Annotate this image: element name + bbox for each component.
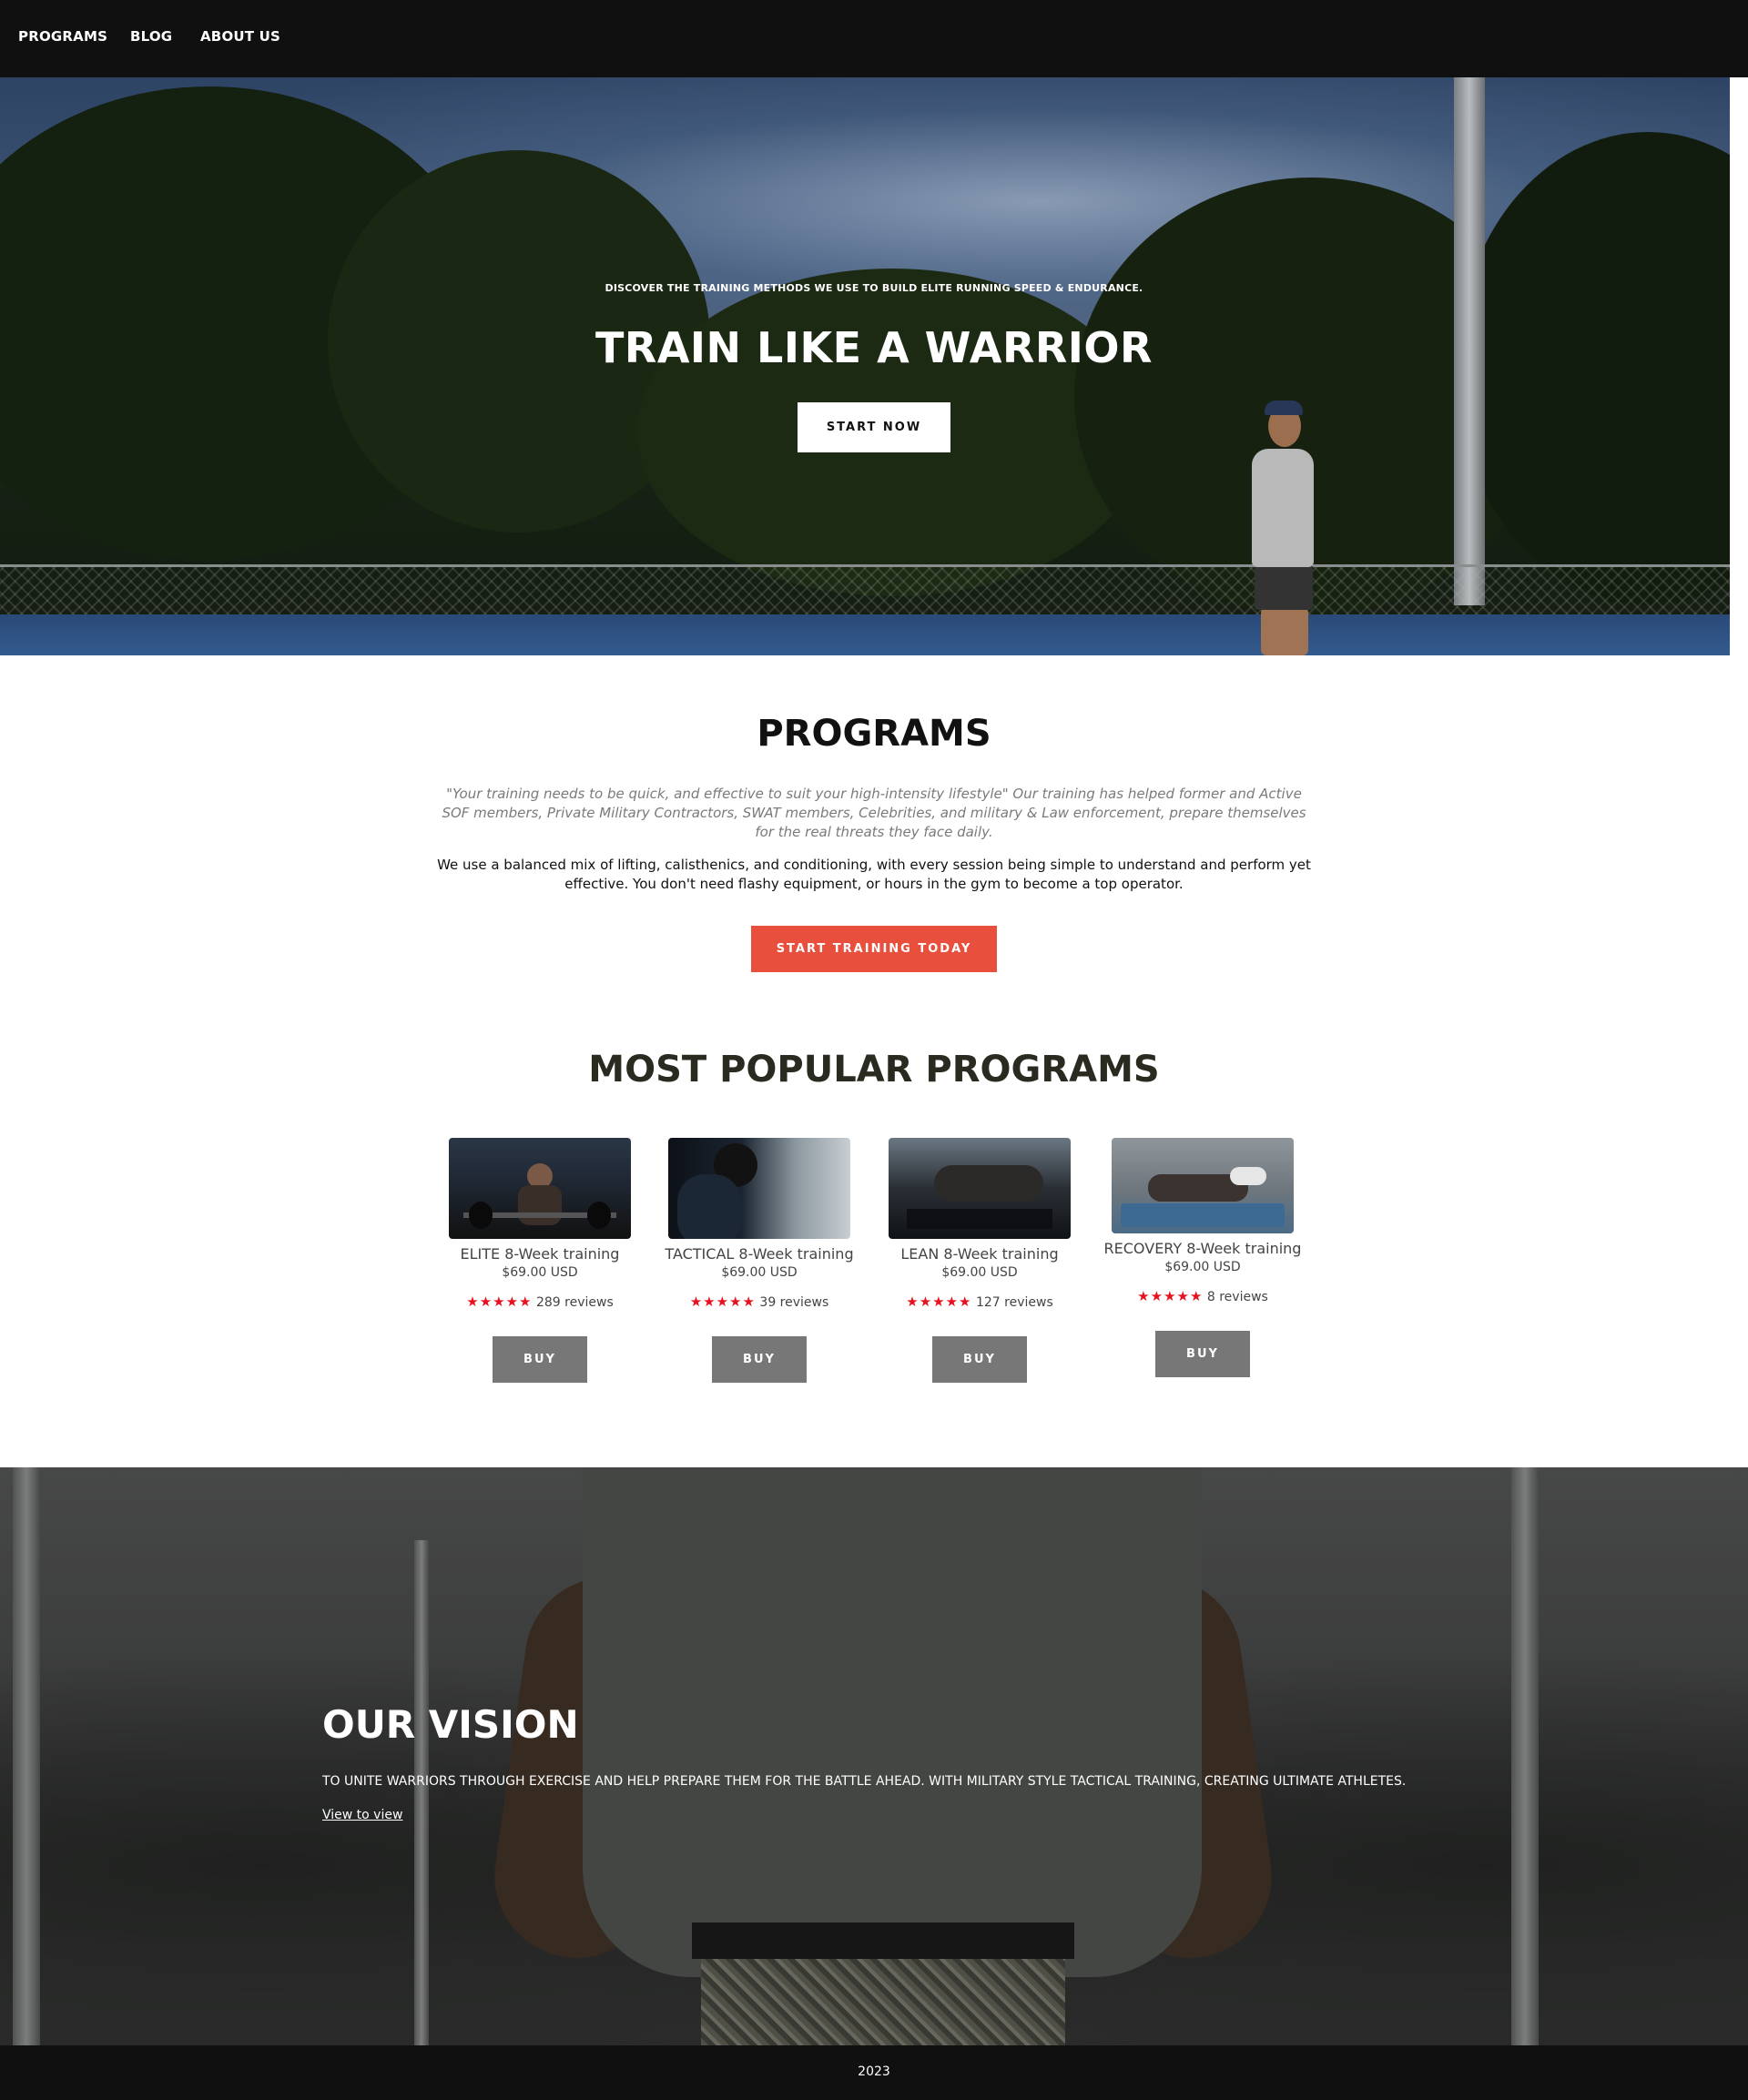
buy-button-elite[interactable]: BUY — [493, 1336, 587, 1383]
program-price: $69.00 USD — [721, 1265, 798, 1280]
program-rating: ★★★★★ 39 reviews — [659, 1293, 859, 1310]
weight-plate — [587, 1202, 611, 1229]
athlete-body — [518, 1185, 562, 1225]
top-nav: PROGRAMS BLOG ABOUT US — [0, 0, 1748, 77]
program-price: $69.00 USD — [1164, 1260, 1241, 1274]
most-popular-heading: MOST POPULAR PROGRAMS — [588, 1049, 1160, 1091]
review-count: 127 reviews — [975, 1295, 1053, 1310]
plyo-box — [907, 1209, 1052, 1229]
runner-cap — [1265, 401, 1303, 415]
athlete-shirt — [1230, 1167, 1266, 1185]
footer: 2023 — [0, 2045, 1748, 2100]
programs-heading: PROGRAMS — [757, 713, 991, 755]
program-title: ELITE 8-Week training — [460, 1245, 620, 1263]
runner-shorts — [1255, 564, 1313, 610]
buy-button-recovery[interactable]: BUY — [1155, 1331, 1250, 1377]
vision-section: OUR VISION TO UNITE WARRIORS THROUGH EXE… — [0, 1467, 1748, 2045]
vision-overlay — [0, 1467, 1748, 2045]
vision-heading: OUR VISION — [322, 1702, 579, 1747]
exercise-mat — [1121, 1203, 1285, 1227]
buy-button-lean[interactable]: BUY — [932, 1336, 1027, 1383]
program-card-tactical: TACTICAL 8-Week training $69.00 USD ★★★★… — [659, 1138, 859, 1383]
star-rating-icon: ★★★★★ — [466, 1293, 533, 1310]
buy-button-tactical[interactable]: BUY — [712, 1336, 807, 1383]
hero-running-track — [0, 614, 1730, 655]
nav-link-about-us[interactable]: ABOUT US — [200, 28, 280, 45]
hero-section: DISCOVER THE TRAINING METHODS WE USE TO … — [0, 77, 1730, 655]
runner-tank-top — [1252, 449, 1314, 567]
review-count: 39 reviews — [759, 1295, 829, 1310]
review-count: 289 reviews — [535, 1295, 614, 1310]
athlete-body — [934, 1165, 1043, 1202]
program-card-recovery: RECOVERY 8-Week training $69.00 USD ★★★★… — [1103, 1138, 1303, 1377]
programs-description: We use a balanced mix of lifting, calist… — [437, 857, 1311, 892]
review-count: 8 reviews — [1206, 1290, 1268, 1304]
nav-link-blog[interactable]: BLOG — [130, 28, 172, 45]
start-now-button[interactable]: START NOW — [798, 402, 950, 452]
star-rating-icon: ★★★★★ — [1137, 1288, 1204, 1304]
athlete-arm — [677, 1174, 741, 1239]
program-title: RECOVERY 8-Week training — [1103, 1240, 1302, 1257]
footer-year: 2023 — [858, 2064, 890, 2079]
program-price: $69.00 USD — [941, 1265, 1018, 1280]
program-rating: ★★★★★ 289 reviews — [440, 1293, 640, 1310]
program-card-elite: ELITE 8-Week training $69.00 USD ★★★★★ 2… — [440, 1138, 640, 1383]
program-card-lean: LEAN 8-Week training $69.00 USD ★★★★★ 12… — [879, 1138, 1080, 1383]
weight-plate — [469, 1202, 493, 1229]
program-rating: ★★★★★ 8 reviews — [1103, 1288, 1303, 1304]
program-rating: ★★★★★ 127 reviews — [879, 1293, 1080, 1310]
program-thumbnail-elite[interactable] — [449, 1138, 631, 1239]
program-thumbnail-tactical[interactable] — [668, 1138, 850, 1239]
program-title: TACTICAL 8-Week training — [665, 1245, 854, 1263]
hero-title: TRAIN LIKE A WARRIOR — [595, 323, 1153, 372]
star-rating-icon: ★★★★★ — [906, 1293, 972, 1310]
program-thumbnail-lean[interactable] — [889, 1138, 1071, 1239]
star-rating-icon: ★★★★★ — [689, 1293, 756, 1310]
programs-quote: "Your training needs to be quick, and ef… — [442, 786, 1306, 840]
nav-link-programs[interactable]: PROGRAMS — [18, 28, 107, 45]
vision-text: TO UNITE WARRIORS THROUGH EXERCISE AND H… — [322, 1774, 1407, 1789]
start-training-today-button[interactable]: START TRAINING TODAY — [751, 926, 997, 972]
hero-fence — [0, 564, 1730, 619]
runner-legs — [1261, 607, 1308, 655]
program-thumbnail-recovery[interactable] — [1112, 1138, 1294, 1233]
program-title: LEAN 8-Week training — [900, 1245, 1059, 1263]
hero-eyebrow: DISCOVER THE TRAINING METHODS WE USE TO … — [605, 282, 1143, 294]
program-price: $69.00 USD — [502, 1265, 578, 1280]
vision-view-link[interactable]: View to view — [322, 1808, 402, 1822]
